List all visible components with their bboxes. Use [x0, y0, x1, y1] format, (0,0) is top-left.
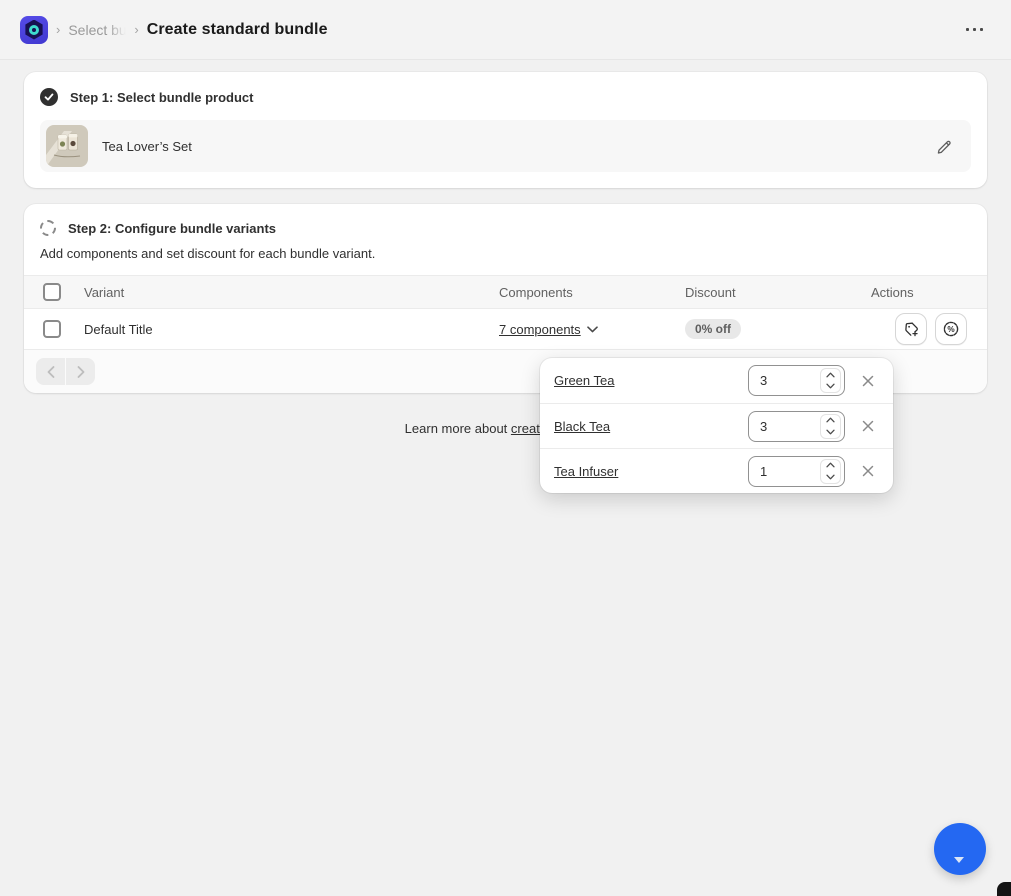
step-complete-icon [40, 88, 58, 106]
component-row: Black Tea [540, 403, 893, 448]
quantity-input[interactable] [749, 373, 807, 388]
components-popover: Green Tea Black Tea [540, 358, 893, 493]
stepper-up-button[interactable] [821, 369, 840, 381]
select-all-checkbox[interactable] [43, 283, 61, 301]
corner-peek-shape [997, 882, 1011, 896]
chevron-right-icon [77, 365, 84, 378]
component-row: Green Tea [540, 358, 893, 403]
header-components: Components [499, 284, 573, 300]
header-discount: Discount [685, 284, 736, 300]
step-incomplete-icon [40, 220, 56, 236]
component-link[interactable]: Black Tea [554, 419, 738, 434]
add-component-button[interactable] [895, 313, 927, 345]
table-row: Default Title 7 components 0% off % [24, 309, 987, 349]
components-count-label: 7 components [499, 321, 581, 337]
variant-name: Default Title [84, 321, 153, 337]
stepper-down-icon [826, 429, 835, 435]
pagination [36, 358, 95, 385]
next-page-button[interactable] [66, 358, 95, 385]
chevron-left-icon [47, 365, 54, 378]
component-link[interactable]: Tea Infuser [554, 464, 738, 479]
prev-page-button[interactable] [36, 358, 65, 385]
header-actions: Actions [871, 284, 914, 300]
product-thumbnail [46, 125, 88, 167]
chevron-down-icon [586, 325, 598, 332]
stepper-down-button[interactable] [821, 471, 840, 483]
breadcrumb-chevron-icon: › [56, 22, 61, 37]
header-variant: Variant [84, 284, 125, 300]
remove-component-button[interactable] [857, 460, 879, 482]
remove-component-button[interactable] [857, 370, 879, 392]
quantity-stepper [748, 455, 845, 487]
stepper-down-button[interactable] [821, 426, 840, 438]
stepper-down-icon [826, 383, 835, 389]
stepper-up-icon [826, 417, 835, 423]
row-actions: % [871, 313, 987, 345]
breadcrumb-chevron-icon: › [134, 22, 139, 37]
quantity-input[interactable] [749, 463, 807, 479]
discount-settings-button[interactable]: % [935, 313, 967, 345]
close-icon [862, 465, 874, 477]
tag-plus-icon [904, 322, 918, 336]
stepper-up-button[interactable] [821, 415, 840, 427]
topbar: › Select bu › Create standard bundle [0, 0, 1011, 60]
row-checkbox[interactable] [43, 320, 61, 338]
breadcrumb-parent-link[interactable]: Select bu [68, 21, 127, 38]
table-header-row: Variant Components Discount Actions [24, 275, 987, 309]
horizontal-dots-icon [966, 28, 969, 31]
bundles-app-logo-icon [20, 15, 48, 44]
component-row: Tea Infuser [540, 448, 893, 493]
discount-badge: 0% off [685, 319, 741, 339]
stepper-down-button[interactable] [821, 381, 840, 393]
step2-title: Step 2: Configure bundle variants [68, 220, 277, 236]
chat-widget-button[interactable] [934, 823, 986, 875]
page-title: Create standard bundle [146, 20, 328, 38]
step2-description: Add components and set discount for each… [40, 246, 376, 261]
quantity-stepper [748, 410, 845, 442]
stepper-up-button[interactable] [821, 460, 840, 472]
pencil-icon [937, 140, 951, 154]
more-actions-button[interactable] [958, 22, 991, 37]
selected-product-row: Tea Lover’s Set [40, 120, 971, 172]
step1-card: Step 1: Select bundle product Tea Lover’… [24, 72, 987, 188]
remove-component-button[interactable] [857, 415, 879, 437]
quantity-stepper [748, 365, 845, 396]
edit-product-button[interactable] [930, 132, 959, 161]
close-icon [862, 375, 874, 386]
close-icon [862, 420, 874, 432]
stepper-up-icon [826, 372, 835, 378]
product-name: Tea Lover’s Set [102, 138, 192, 154]
stepper-up-icon [826, 462, 835, 468]
svg-text:%: % [947, 325, 955, 334]
chat-bubble-icon [947, 841, 973, 863]
step1-title: Step 1: Select bundle product [70, 89, 254, 105]
discount-seal-icon: % [943, 321, 959, 337]
quantity-input[interactable] [749, 418, 807, 434]
components-dropdown-link[interactable]: 7 components [499, 322, 598, 337]
component-link[interactable]: Green Tea [554, 373, 738, 388]
stepper-down-icon [826, 474, 835, 480]
